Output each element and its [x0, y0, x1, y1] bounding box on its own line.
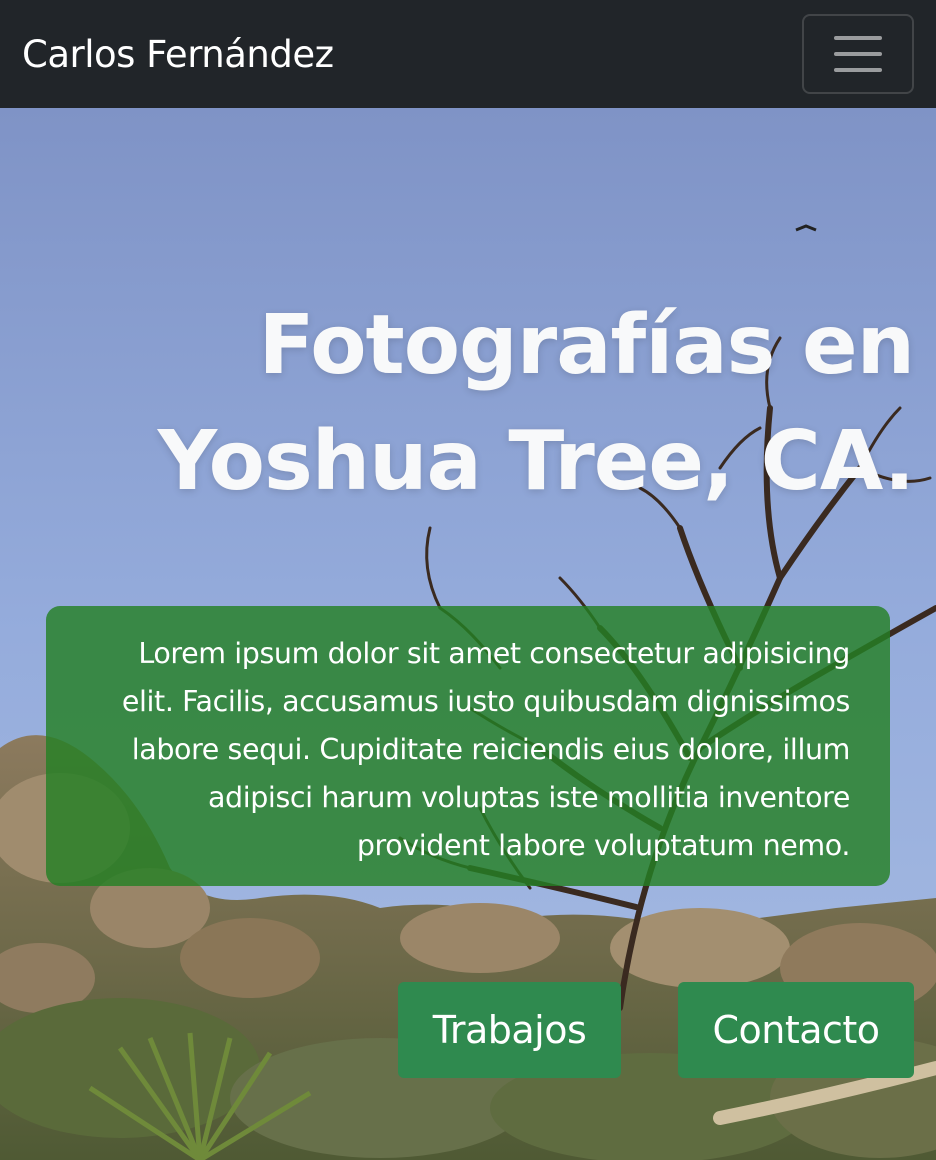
contacto-button[interactable]: Contacto: [678, 982, 914, 1078]
hero-section: Fotografías en Yoshua Tree, CA. Lorem ip…: [0, 108, 936, 1160]
navbar-toggler-button[interactable]: [802, 14, 914, 94]
trabajos-button[interactable]: Trabajos: [398, 982, 621, 1078]
hero-description-box: Lorem ipsum dolor sit amet consectetur a…: [46, 606, 890, 886]
hero-title-line1: Fotografías en: [258, 298, 916, 393]
hero-title-line2: Yoshua Tree, CA.: [157, 414, 915, 509]
brand-link[interactable]: Carlos Fernández: [22, 33, 334, 76]
hamburger-menu-icon: [834, 36, 882, 72]
navbar: Carlos Fernández: [0, 0, 936, 108]
hero-description-text: Lorem ipsum dolor sit amet consectetur a…: [121, 637, 851, 862]
hero-title: Fotografías en Yoshua Tree, CA.: [114, 288, 916, 520]
